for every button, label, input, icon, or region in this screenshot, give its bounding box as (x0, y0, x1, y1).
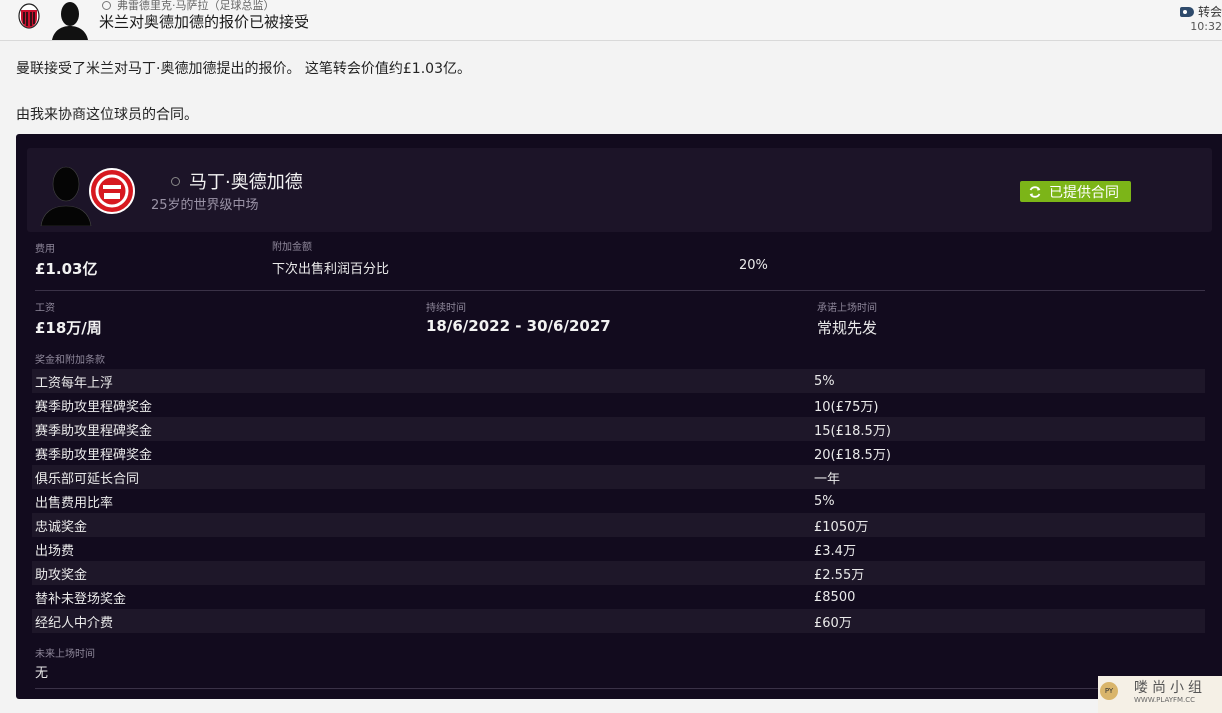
clause-row[interactable]: 忠诚奖金 £1050万 (32, 513, 1205, 537)
player-silhouette-icon[interactable] (39, 164, 93, 226)
wage-label: 工资 (35, 303, 55, 314)
playing-time-label: 承诺上场时间 (817, 303, 877, 314)
pin-icon (102, 1, 111, 10)
pin-icon (171, 177, 180, 186)
clause-row[interactable]: 出售费用比率 5% (32, 489, 1205, 513)
clause-row[interactable]: 出场费 £3.4万 (32, 537, 1205, 561)
clause-row[interactable]: 经纪人中介费 £60万 (32, 609, 1205, 633)
contract-status-badge[interactable]: 已提供合同 (1020, 181, 1131, 202)
clause-row[interactable]: 赛季助攻里程碑奖金 10(£75万) (32, 393, 1205, 417)
fee-value: £1.03亿 (35, 260, 98, 278)
future-time-label: 未来上场时间 (35, 649, 95, 660)
player-panel: 马丁·奥德加德 25岁的世界级中场 已提供合同 (27, 148, 1212, 232)
addon-label: 附加金额 (272, 242, 312, 253)
clause-row[interactable]: 工资每年上浮 5% (32, 369, 1205, 393)
watermark-badge: PY (1100, 682, 1118, 700)
divider (35, 290, 1205, 291)
wage-value: £18万/周 (35, 319, 102, 337)
fee-label: 费用 (35, 244, 55, 255)
message-time: 10:32 (1190, 20, 1222, 33)
addon-name: 下次出售利润百分比 (272, 262, 390, 277)
watermark-text: 喽尚小组 (1134, 680, 1206, 696)
playing-time-value: 常规先发 (817, 319, 878, 337)
clause-row[interactable]: 赛季助攻里程碑奖金 20(£18.5万) (32, 441, 1205, 465)
club-crest-icon (18, 3, 40, 29)
clause-row[interactable]: 俱乐部可延长合同 一年 (32, 465, 1205, 489)
clauses-table: 工资每年上浮 5% 赛季助攻里程碑奖金 10(£75万) 赛季助攻里程碑奖金 15(£… (32, 369, 1205, 633)
player-name[interactable]: 马丁·奥德加德 (171, 168, 303, 194)
duration-value: 18/6/2022 - 30/6/2027 (426, 317, 611, 335)
future-time-value: 无 (35, 666, 49, 681)
message-header: 弗雷德里克·马萨拉（足球总监） 米兰对奥德加德的报价已被接受 转会 10:32 (0, 0, 1222, 41)
clause-row[interactable]: 赛季助攻里程碑奖金 15(£18.5万) (32, 417, 1205, 441)
clause-row[interactable]: 替补未登场奖金 £8500 (32, 585, 1205, 609)
message-body-line1: 曼联接受了米兰对马丁·奥德加德提出的报价。 这笔转会价值约£1.03亿。 (16, 61, 471, 77)
addon-value: 20% (739, 258, 768, 273)
contract-card: 马丁·奥德加德 25岁的世界级中场 已提供合同 费用 £1.03亿 附加金额 下… (16, 134, 1222, 699)
message-body-line2: 由我来协商这位球员的合同。 (16, 107, 198, 123)
divider (35, 688, 1205, 689)
tag-icon (1179, 7, 1194, 17)
sender-avatar[interactable] (48, 0, 92, 40)
player-description: 25岁的世界级中场 (151, 198, 259, 213)
refresh-icon (1029, 185, 1041, 198)
message-subject: 米兰对奥德加德的报价已被接受 (99, 13, 310, 31)
watermark: PY 喽尚小组 WWW.PLAYFM.CC (1098, 676, 1222, 713)
transfer-tag[interactable]: 转会 (1179, 3, 1222, 20)
clause-row[interactable]: 助攻奖金 £2.55万 (32, 561, 1205, 585)
clauses-label: 奖金和附加条款 (35, 355, 105, 366)
duration-label: 持续时间 (426, 303, 466, 314)
watermark-url: WWW.PLAYFM.CC (1134, 696, 1196, 704)
club-badge-icon[interactable] (89, 168, 135, 214)
